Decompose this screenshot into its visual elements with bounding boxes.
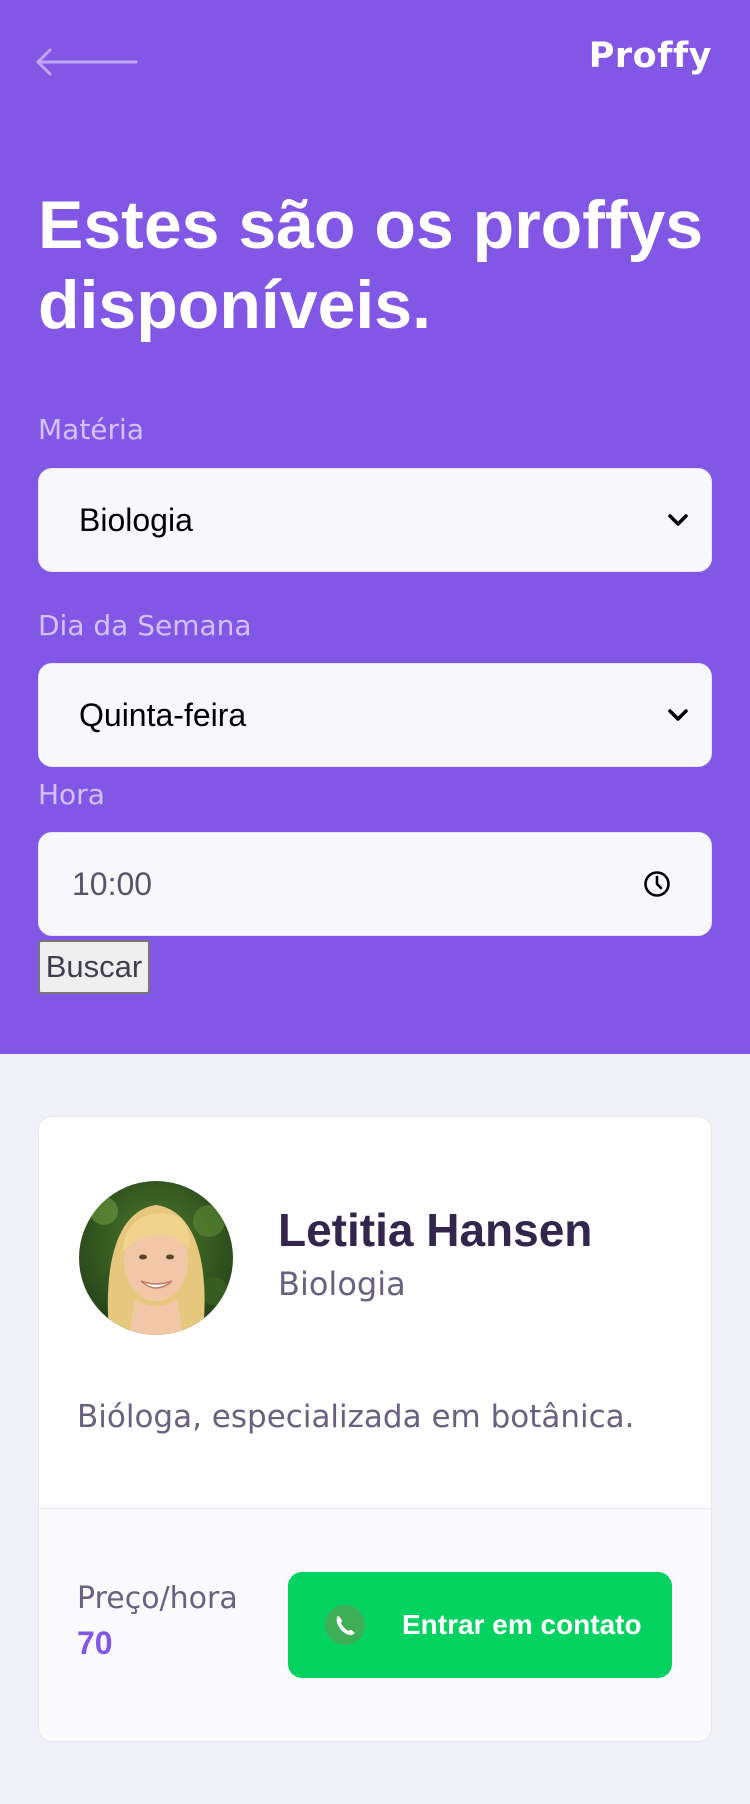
time-label: Hora [38, 778, 105, 811]
back-arrow-icon[interactable] [36, 46, 138, 78]
weekday-label: Dia da Semana [38, 609, 252, 642]
chevron-down-icon [668, 514, 688, 526]
teacher-card-footer: Preço/hora 70 Entrar em contato [39, 1508, 711, 1741]
weekday-select-value: Quinta-feira [79, 696, 247, 733]
logo: Proffy [588, 36, 712, 76]
clock-icon[interactable] [643, 870, 671, 898]
page-title-line-1: Estes são os proffys [38, 187, 704, 263]
time-input[interactable]: 10:00 [38, 832, 712, 936]
page-title: Estes são os proffys disponíveis. [38, 185, 728, 345]
chevron-down-icon [668, 709, 688, 721]
contact-button-label: Entrar em contato [402, 1609, 642, 1640]
teacher-bio: Bióloga, especializada em botânica. [77, 1399, 635, 1435]
price-label: Preço/hora [77, 1581, 238, 1616]
page-title-line-2: disponíveis. [38, 267, 431, 343]
page-header: Proffy Estes são os proffys disponíveis.… [0, 0, 750, 1054]
teacher-subject: Biologia [278, 1265, 406, 1303]
search-button[interactable]: Buscar [38, 940, 150, 994]
subject-label: Matéria [38, 413, 144, 446]
weekday-select[interactable]: Quinta-feira [38, 663, 712, 767]
subject-select-value: Biologia [79, 501, 193, 538]
subject-select[interactable]: Biologia [38, 468, 712, 572]
price-value: 70 [77, 1625, 113, 1661]
teacher-avatar [79, 1181, 233, 1335]
time-input-value: 10:00 [72, 865, 153, 902]
teacher-card: Letitia Hansen Biologia Bióloga, especia… [38, 1116, 712, 1742]
whatsapp-icon [325, 1605, 365, 1645]
contact-button[interactable]: Entrar em contato [288, 1572, 672, 1678]
teacher-name: Letitia Hansen [278, 1204, 593, 1256]
